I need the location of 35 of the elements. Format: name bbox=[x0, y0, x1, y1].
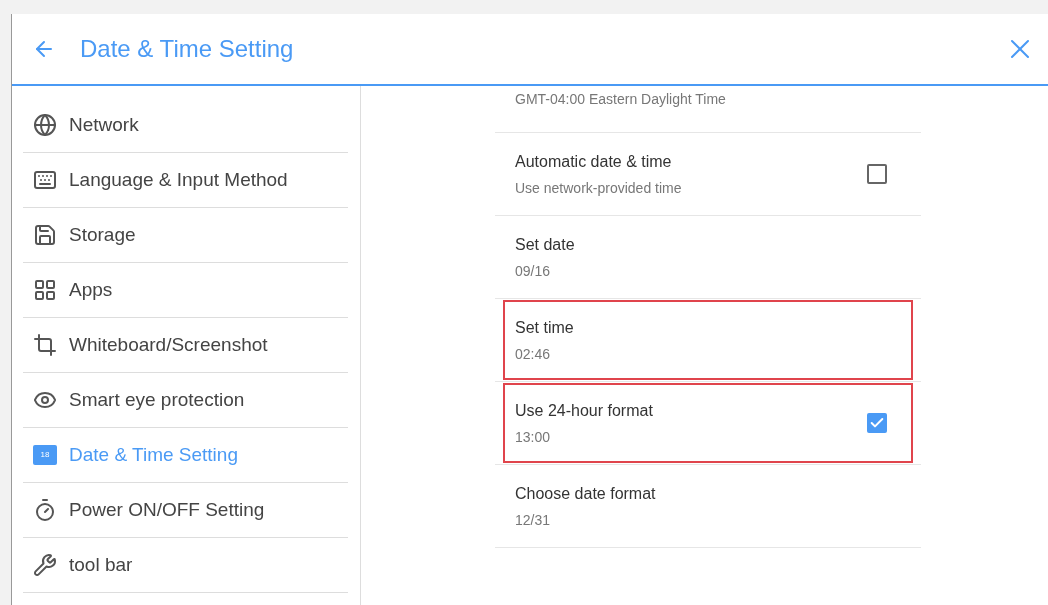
setting-row[interactable]: Set time 02:46 bbox=[503, 300, 913, 380]
setting-value: 09/16 bbox=[515, 261, 552, 281]
timer-icon bbox=[33, 498, 57, 522]
sidebar-item[interactable]: Power ON/OFF Setting bbox=[23, 483, 348, 538]
setting-title: Use 24-hour format bbox=[515, 400, 653, 421]
sidebar-item[interactable]: Smart eye protection bbox=[23, 373, 348, 428]
globe-icon bbox=[33, 113, 57, 137]
page-title: Date & Time Setting bbox=[80, 34, 294, 64]
setting-title: Set time bbox=[515, 317, 574, 338]
setting-value: 12/31 bbox=[515, 510, 552, 530]
setting-title: Choose date format bbox=[515, 483, 656, 504]
setting-title: Automatic date & time bbox=[515, 151, 673, 172]
setting-title: Set date bbox=[515, 234, 575, 255]
setting-row[interactable]: Use 24-hour format 13:00 bbox=[503, 383, 913, 463]
setting-row[interactable]: Automatic date & time Use network-provided time bbox=[503, 134, 913, 214]
setting-value: 02:46 bbox=[515, 344, 552, 364]
sidebar-item[interactable]: Storage bbox=[23, 208, 348, 263]
setting-value: GMT-04:00 Eastern Daylight Time bbox=[515, 90, 726, 109]
setting-row[interactable]: Choose date format 12/31 bbox=[503, 466, 913, 546]
grid-icon bbox=[33, 278, 57, 302]
sidebar-item[interactable]: Language & Input Method bbox=[23, 153, 348, 208]
sidebar-item[interactable]: Network bbox=[23, 98, 348, 153]
checkbox[interactable] bbox=[867, 164, 887, 184]
setting-row[interactable]: Set date 09/16 bbox=[503, 217, 913, 297]
wrench-icon bbox=[33, 553, 57, 577]
calendar-icon: 18 bbox=[33, 445, 57, 465]
sidebar-item[interactable]: Whiteboard/Screenshot bbox=[23, 318, 348, 373]
sidebar-item[interactable]: tool bar bbox=[23, 538, 348, 593]
checkbox[interactable] bbox=[867, 413, 887, 433]
setting-value: 13:00 bbox=[515, 427, 552, 447]
setting-row[interactable]: GMT-04:00 Eastern Daylight Time bbox=[503, 87, 913, 112]
keyboard-icon bbox=[33, 168, 57, 192]
crop-icon bbox=[33, 333, 57, 357]
setting-value: Use network-provided time bbox=[515, 178, 682, 198]
sidebar-item[interactable]: Apps bbox=[23, 263, 348, 318]
